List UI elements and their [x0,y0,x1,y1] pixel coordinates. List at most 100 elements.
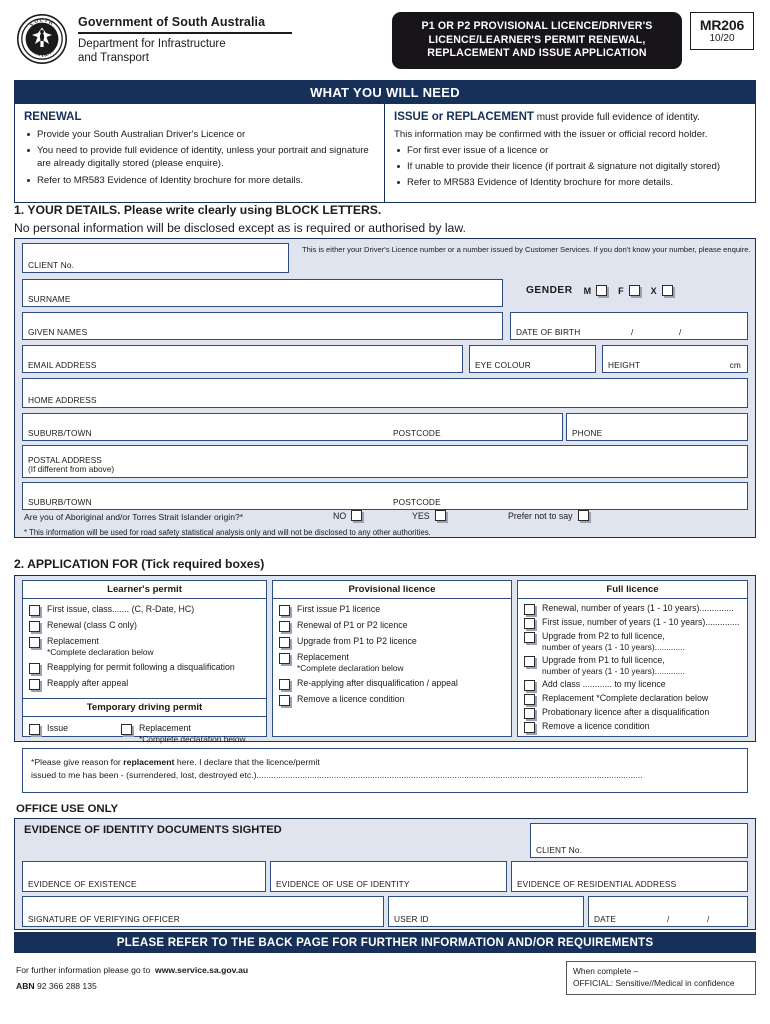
evidence-of-use-of-identity-field[interactable]: EVIDENCE OF USE OF IDENTITY [270,861,507,892]
option-tdp-issue[interactable]: Issue [29,723,121,745]
evidence-of-residential-address-label: EVIDENCE OF RESIDENTIAL ADDRESS [517,879,677,889]
checkbox[interactable] [279,621,290,632]
option-prov-first-issue-p1[interactable]: First issue P1 licence [279,604,507,616]
postal-address-field[interactable]: POSTAL ADDRESS (If different from above) [22,445,748,478]
checkbox[interactable] [121,724,132,735]
atsi-checkbox-no[interactable] [351,510,363,521]
checkbox[interactable] [524,722,535,733]
option-label-note: number of years (1 - 10 years)..........… [542,642,685,652]
reason-bold: replacement [123,757,175,767]
option-full-remove-condition[interactable]: Remove a licence condition [524,721,743,733]
gender-checkbox-f[interactable] [628,285,640,296]
option-prov-reapply[interactable]: Re-applying after disqualification / app… [279,678,507,690]
option-label-main: Upgrade from P2 to full licence, [542,631,665,641]
option-learner-replacement[interactable]: Replacement *Complete declaration below [29,636,262,658]
reason-post: here. I declare that the licence/permit [174,757,320,767]
atsi-checkbox-yes[interactable] [434,510,446,521]
phone-field[interactable]: PHONE [566,413,748,441]
gender-checkbox-m[interactable] [596,285,608,296]
option-full-first-issue[interactable]: First issue, number of years (1 - 10 yea… [524,617,743,629]
checkbox[interactable] [524,632,535,643]
option-full-upgrade-p1[interactable]: Upgrade from P1 to full licence, number o… [524,655,743,677]
footer-info-text: For further information please go to [16,965,151,975]
postal-address-label-line1: POSTAL ADDRESS [28,454,102,465]
option-tdp-replacement[interactable]: Replacement *Complete declaration below [121,723,246,745]
form-page: S O U T H A U S T R A L I A Government o… [0,0,770,1024]
checkbox[interactable] [279,695,290,706]
checkbox[interactable] [29,663,40,674]
user-id-field[interactable]: USER ID [388,896,584,927]
evidence-of-existence-field[interactable]: EVIDENCE OF EXISTENCE [22,861,266,892]
option-learner-renewal[interactable]: Renewal (class C only) [29,620,262,632]
checkbox[interactable] [29,724,40,735]
given-names-field[interactable]: GIVEN NAMES [22,312,503,340]
checkbox[interactable] [524,618,535,629]
option-full-renewal[interactable]: Renewal, number of years (1 - 10 years).… [524,603,743,615]
office-use-only-label: OFFICE USE ONLY [16,803,119,815]
atsi-option-no[interactable]: NO [333,510,363,521]
reason-line-2: issued to me has been - (surrendered, lo… [31,770,643,780]
checkbox[interactable] [29,637,40,648]
postal-suburb-field[interactable]: SUBURB/TOWN POSTCODE [22,482,748,510]
checkbox[interactable] [29,605,40,616]
renewal-list: Provide your South Australian Driver's L… [24,128,375,187]
atsi-option-prefer-not[interactable]: Prefer not to say [508,510,589,521]
evidence-of-residential-address-field[interactable]: EVIDENCE OF RESIDENTIAL ADDRESS [511,861,748,892]
evidence-of-use-of-identity-label: EVIDENCE OF USE OF IDENTITY [276,879,410,889]
checkbox[interactable] [279,605,290,616]
option-full-upgrade-p2[interactable]: Upgrade from P2 to full licence, number o… [524,631,743,653]
option-label: Upgrade from P1 to P2 licence [297,636,417,646]
postcode-label: POSTCODE [393,428,441,438]
list-item: Refer to MR583 Evidence of Identity broc… [394,176,746,189]
checkbox[interactable] [279,637,290,648]
atsi-option-yes[interactable]: YES [412,510,446,521]
date-separator-1: / [667,914,670,924]
option-learner-reapply-appeal[interactable]: Reapply after appeal [29,678,262,690]
date-of-birth-field[interactable]: DATE OF BIRTH / / [510,312,748,340]
postal-suburb-label: SUBURB/TOWN [28,497,92,507]
checkbox[interactable] [279,679,290,690]
signature-of-verifying-officer-field[interactable]: SIGNATURE OF VERIFYING OFFICER [22,896,384,927]
date-separator-2: / [707,914,710,924]
option-prov-replacement[interactable]: Replacement *Complete declaration below [279,652,507,674]
checkbox[interactable] [279,653,290,664]
dob-separator-2: / [679,327,682,337]
suburb-town-field[interactable]: SUBURB/TOWN POSTCODE [22,413,563,441]
checkbox[interactable] [524,694,535,705]
office-client-no-label: CLIENT No. [536,845,583,855]
option-learner-first-issue[interactable]: First issue, class....... (C, R-Date, HC… [29,604,262,616]
option-learner-reapply-disqualification[interactable]: Reapplying for permit following a disqua… [29,662,262,674]
user-id-label: USER ID [394,914,429,924]
checkbox[interactable] [524,708,535,719]
issue-heading-sub: must provide full evidence of identity. [533,112,700,123]
temporary-driving-permit-heading: Temporary driving permit [23,698,266,717]
client-no-field[interactable]: CLIENT No. [22,243,289,273]
option-label: First issue, number of years (1 - 10 yea… [542,617,740,627]
checkbox[interactable] [524,656,535,667]
checkbox[interactable] [524,680,535,691]
height-field[interactable]: HEIGHT cm [602,345,748,373]
option-prov-renewal[interactable]: Renewal of P1 or P2 licence [279,620,507,632]
height-unit-label: cm [729,360,741,370]
abn-label: ABN [16,981,35,991]
option-prov-upgrade-p1-p2[interactable]: Upgrade from P1 to P2 licence [279,636,507,648]
replacement-reason-box[interactable]: *Please give reason for replacement here… [22,748,748,793]
checkbox[interactable] [29,679,40,690]
surname-field[interactable]: SURNAME [22,279,503,307]
option-full-add-class[interactable]: Add class ............ to my licence [524,679,743,691]
option-prov-remove-condition[interactable]: Remove a licence condition [279,694,507,706]
option-full-probationary[interactable]: Probationary licence after a disqualific… [524,707,743,719]
gender-group: GENDER M F X [526,285,673,296]
checkbox[interactable] [524,604,535,615]
atsi-checkbox-prefer-not[interactable] [577,510,589,521]
government-branding: Government of South Australia Department… [78,15,328,65]
email-address-field[interactable]: EMAIL ADDRESS [22,345,463,373]
gender-checkbox-x[interactable] [661,285,673,296]
option-label: Add class ............ to my licence [542,679,666,689]
eye-colour-field[interactable]: EYE COLOUR [469,345,596,373]
home-address-field[interactable]: HOME ADDRESS [22,378,748,408]
date-field[interactable]: DATE / / [588,896,748,927]
option-full-replacement[interactable]: Replacement *Complete declaration below [524,693,743,705]
office-client-no-field[interactable]: CLIENT No. [530,823,748,858]
checkbox[interactable] [29,621,40,632]
